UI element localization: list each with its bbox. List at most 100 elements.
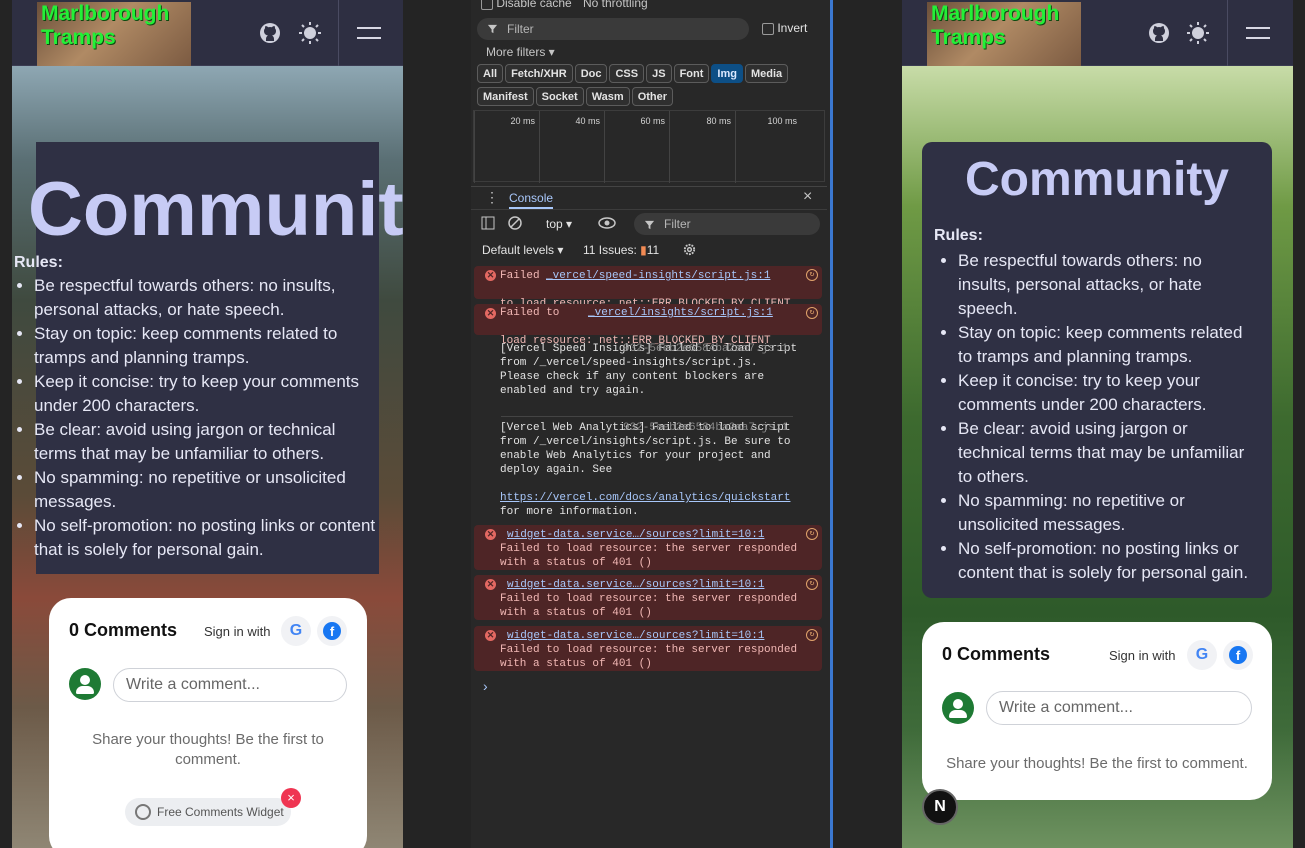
hamburger-menu-button[interactable] — [338, 0, 402, 66]
message-divider — [501, 416, 793, 417]
resource-type-chips-row2: Manifest Socket Wasm Other — [477, 87, 675, 106]
left-viewport: Marlborough Tramps Community Rules: Be r… — [12, 0, 403, 848]
live-expression-eye-icon[interactable] — [598, 216, 616, 230]
chip-media[interactable]: Media — [744, 64, 789, 83]
google-sign-in-button[interactable]: G — [1187, 640, 1217, 670]
github-icon[interactable] — [258, 21, 282, 45]
more-tabs-icon[interactable]: ⋮ — [485, 189, 499, 206]
hamburger-menu-button[interactable] — [1227, 0, 1291, 66]
theme-sun-icon[interactable] — [298, 21, 322, 45]
comments-widget: 0 Comments Sign in with G f Write a comm… — [49, 598, 367, 848]
network-timeline[interactable]: 20 ms 40 ms 60 ms 80 ms 100 ms — [473, 110, 825, 183]
rule-item: Keep it concise: try to keep your commen… — [958, 369, 1258, 417]
context-select[interactable]: top ▾ — [546, 217, 572, 231]
site-logo[interactable]: Marlborough Tramps — [927, 2, 1081, 66]
network-replay-icon[interactable]: ↻ — [806, 578, 818, 590]
message-source-link[interactable]: 932-5eeb2e6584ba2aa7.js:1 — [623, 342, 788, 356]
message-source-link[interactable]: _vercel/speed-insights/script.js:1 — [546, 269, 770, 283]
invert-checkbox[interactable]: Invert — [762, 21, 807, 35]
site-header: Marlborough Tramps — [902, 0, 1293, 66]
network-replay-icon[interactable]: ↻ — [806, 307, 818, 319]
chip-css[interactable]: CSS — [609, 64, 645, 83]
facebook-icon: f — [323, 622, 341, 640]
nextjs-dev-badge[interactable]: N — [922, 789, 958, 825]
rule-item: No self-promotion: no posting links or c… — [34, 514, 378, 562]
message-source-link[interactable]: 932-5eeb2e6584ba2aa7.js:1 — [623, 421, 788, 435]
chip-wasm[interactable]: Wasm — [585, 87, 630, 106]
message-source-link[interactable]: widget-data.service…/sources?limit=10:1 — [507, 629, 764, 643]
tick-label: 60 ms — [640, 116, 665, 126]
console-toolbar: top ▾ Filter — [471, 212, 827, 236]
console-settings-gear-icon[interactable] — [682, 242, 697, 257]
message-source-link[interactable]: widget-data.service…/sources?limit=10:1 — [507, 578, 764, 592]
facebook-sign-in-button[interactable]: f — [1223, 640, 1253, 670]
issues-count: 11 — [646, 243, 660, 257]
rule-item: Be respectful towards others: no insults… — [958, 249, 1258, 321]
console-error-message: ✕ Failed to load resource: net::ERR_BLOC… — [474, 266, 822, 310]
analytics-docs-link[interactable]: https://vercel.com/docs/analytics/quicks… — [500, 491, 790, 505]
error-icon: ✕ — [485, 308, 496, 319]
theme-sun-icon[interactable] — [1186, 21, 1210, 45]
rule-item: Keep it concise: try to keep your commen… — [34, 370, 378, 418]
throttling-select[interactable]: No throttling — [583, 0, 648, 10]
levels-label: Default levels — [482, 243, 555, 257]
timeline-tick: 40 ms — [539, 111, 604, 183]
tab-console[interactable]: Console — [509, 191, 554, 209]
more-filters-dropdown[interactable]: More filters ▾ — [486, 45, 555, 59]
network-replay-icon[interactable]: ↻ — [806, 528, 818, 540]
chip-all[interactable]: All — [477, 64, 504, 83]
chip-font[interactable]: Font — [673, 64, 710, 83]
sign-in-label: Sign in with — [1109, 648, 1176, 663]
close-drawer-icon[interactable]: × — [803, 188, 812, 206]
facebook-sign-in-button[interactable]: f — [317, 616, 347, 646]
console-filter-input[interactable]: Filter — [634, 213, 820, 235]
google-sign-in-button[interactable]: G — [281, 616, 311, 646]
chip-manifest[interactable]: Manifest — [477, 87, 534, 106]
tick-label: 40 ms — [575, 116, 600, 126]
more-filters-label: More filters — [486, 45, 546, 59]
google-icon: G — [1195, 646, 1209, 663]
disable-cache-checkbox[interactable]: Disable cache — [481, 0, 572, 10]
issues-button[interactable]: 11 Issues: ▮11 — [583, 243, 659, 257]
comment-input[interactable]: Write a comment... — [986, 691, 1252, 725]
comment-input[interactable]: Write a comment... — [113, 668, 347, 702]
chip-socket[interactable]: Socket — [535, 87, 584, 106]
clear-console-icon[interactable] — [508, 216, 522, 230]
user-avatar-icon — [942, 692, 974, 724]
message-text: Failed to load resource: the server resp… — [500, 543, 804, 569]
chip-js[interactable]: JS — [646, 64, 672, 83]
chip-other[interactable]: Other — [631, 87, 674, 106]
chip-doc[interactable]: Doc — [574, 64, 608, 83]
rules-list: Be respectful towards others: no insults… — [922, 245, 1272, 585]
widget-logo-icon — [135, 804, 151, 820]
github-icon[interactable] — [1147, 21, 1171, 45]
console-prompt[interactable]: › — [483, 678, 488, 694]
page-title: Community — [965, 153, 1229, 206]
sidebar-toggle-icon[interactable] — [481, 216, 495, 230]
logo-line2: Tramps — [41, 26, 116, 49]
site-header: Marlborough Tramps — [12, 0, 403, 66]
right-viewport: Marlborough Tramps Community Rules: Be r… — [902, 0, 1293, 848]
chip-img[interactable]: Img — [711, 64, 743, 83]
console-error-message: ✕ widget-data.service…/sources?limit=10:… — [474, 525, 822, 570]
message-source-link[interactable]: _vercel/insights/script.js:1 — [588, 306, 773, 320]
message-text: Failed to load resource: the server resp… — [500, 644, 804, 670]
network-filter-input[interactable]: Filter — [477, 18, 749, 40]
rule-item: Stay on topic: keep comments related to … — [958, 321, 1258, 369]
console-log-message: [Vercel Web Analytics] Failed to load sc… — [474, 420, 822, 520]
message-source-link[interactable]: widget-data.service…/sources?limit=10:1 — [507, 528, 764, 542]
user-avatar-icon — [69, 668, 101, 700]
close-icon[interactable]: × — [281, 788, 301, 808]
network-replay-icon[interactable]: ↻ — [806, 269, 818, 281]
timeline-tick: 60 ms — [604, 111, 669, 183]
free-comments-widget-badge[interactable]: Free Comments Widget — [125, 798, 291, 826]
filter-icon — [644, 220, 655, 230]
chip-fetch-xhr[interactable]: Fetch/XHR — [505, 64, 573, 83]
error-icon: ✕ — [485, 270, 496, 281]
network-replay-icon[interactable]: ↻ — [806, 629, 818, 641]
log-levels-dropdown[interactable]: Default levels ▾ — [482, 243, 563, 257]
comments-widget: 0 Comments Sign in with G f Write a comm… — [922, 622, 1272, 800]
devtools-resize-edge[interactable] — [830, 0, 833, 848]
rules-heading: Rules: — [14, 254, 63, 271]
site-logo[interactable]: Marlborough Tramps — [37, 2, 191, 66]
